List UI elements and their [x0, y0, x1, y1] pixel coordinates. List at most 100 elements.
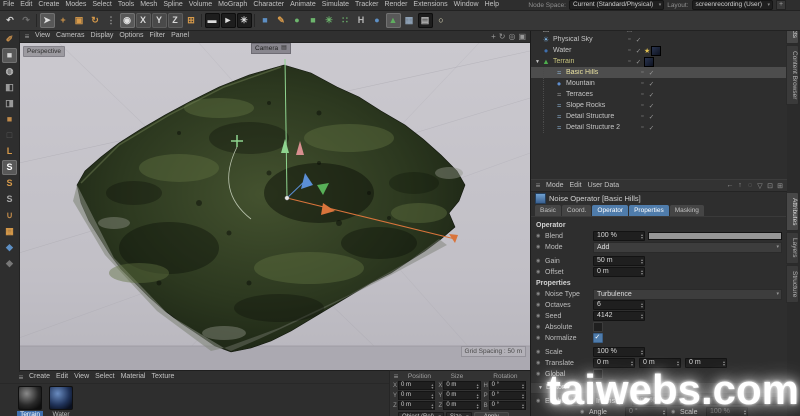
history-back-icon[interactable]: ←: [726, 182, 734, 190]
size-mode-dropdown[interactable]: Size: [446, 412, 472, 416]
material-item[interactable]: Terrain: [17, 386, 43, 416]
noise-type-dropdown[interactable]: Turbulence: [593, 289, 782, 300]
render-view-icon[interactable]: ▬: [205, 13, 220, 28]
menu-item[interactable]: Help: [482, 0, 502, 10]
attribute-tab[interactable]: Properties: [629, 205, 669, 216]
rotation-field[interactable]: 0 °: [489, 381, 526, 390]
visibility-toggle-icon[interactable]: ▫: [638, 91, 647, 98]
visibility-toggle-icon[interactable]: ▫: [638, 113, 647, 120]
render-settings-icon[interactable]: ✳: [237, 13, 252, 28]
visibility-toggle-icon[interactable]: ▫: [625, 58, 634, 65]
seed-input[interactable]: 4142: [593, 311, 645, 321]
array-icon[interactable]: ▦: [402, 13, 417, 28]
keyframe-dot-icon[interactable]: [536, 258, 545, 264]
transform-mode-dropdown[interactable]: Object (Rel): [398, 412, 444, 416]
visibility-toggle-icon[interactable]: ▫: [625, 47, 634, 54]
object-row-detail-structure-2[interactable]: ≈ Detail Structure 2 ▫ ✓: [531, 122, 787, 133]
expand-arrow-icon[interactable]: ▼: [534, 59, 541, 65]
snap-settings-icon[interactable]: S: [2, 192, 17, 207]
light-tool-icon[interactable]: ○: [434, 13, 449, 28]
keyframe-dot-icon[interactable]: [536, 324, 545, 330]
enable-check-icon[interactable]: ✓: [634, 47, 643, 55]
node-space-dropdown[interactable]: Current (Standard/Physical): [569, 0, 664, 10]
lock-x-axis-icon[interactable]: X: [136, 13, 151, 28]
rotation-field[interactable]: 0 °: [489, 391, 526, 400]
enable-check-icon[interactable]: ✓: [647, 91, 656, 99]
quantize-icon[interactable]: ▦: [2, 224, 17, 239]
attribute-tab[interactable]: Basic: [535, 205, 561, 216]
menu-item[interactable]: Tracker: [352, 0, 381, 10]
points-mode-icon[interactable]: ◨: [2, 96, 17, 111]
object-row-slope-rocks[interactable]: ≈ Slope Rocks ▫ ✓: [531, 100, 787, 111]
menu-item[interactable]: Select: [89, 0, 114, 10]
enable-check-icon[interactable]: ✓: [634, 36, 643, 44]
view-mode-label[interactable]: Perspective: [23, 46, 65, 57]
apply-button[interactable]: Apply: [474, 412, 509, 416]
visibility-toggle-icon[interactable]: ▫: [638, 69, 647, 76]
toolbar-icon[interactable]: [201, 14, 202, 27]
material-menu-item[interactable]: Edit: [53, 372, 71, 382]
menu-item[interactable]: Edit: [17, 0, 35, 10]
visibility-toggle-icon[interactable]: ▫: [638, 124, 647, 131]
coordinates-menu-grip-icon[interactable]: [392, 372, 400, 381]
material-thumbnail[interactable]: [49, 386, 73, 410]
object-row-basic-hills[interactable]: ≈ Basic Hills ▫ ✓: [531, 67, 787, 78]
orbit-view-icon[interactable]: ↻: [499, 32, 506, 41]
volume-icon[interactable]: ●: [370, 13, 385, 28]
size-field[interactable]: 0 m: [443, 381, 480, 390]
enable-check-icon[interactable]: ✓: [634, 58, 643, 66]
material-menu-item[interactable]: Create: [26, 372, 53, 382]
texture-mode-icon[interactable]: ◍: [2, 64, 17, 79]
pan-view-icon[interactable]: +: [491, 32, 496, 41]
parent-icon[interactable]: ↑: [736, 182, 744, 190]
keyframe-dot-icon[interactable]: [536, 291, 545, 297]
render-picture-viewer-icon[interactable]: ►: [221, 13, 236, 28]
menu-item[interactable]: Tools: [115, 0, 137, 10]
zoom-view-icon[interactable]: ◎: [508, 32, 515, 41]
tag-icon[interactable]: [644, 47, 650, 55]
keyframe-dot-icon[interactable]: [536, 313, 545, 319]
attribute-tab[interactable]: Operator: [592, 205, 628, 216]
filter-icon[interactable]: ▽: [756, 182, 764, 190]
lock-y-axis-icon[interactable]: Y: [152, 13, 167, 28]
toggle-view-icon[interactable]: ▣: [518, 32, 526, 41]
keyframe-dot-icon[interactable]: [536, 233, 545, 239]
attribute-menu-item[interactable]: User Data: [585, 180, 623, 191]
keyframe-dot-icon[interactable]: [536, 302, 545, 308]
lock-workplane-icon[interactable]: ◆: [2, 256, 17, 271]
attribute-grip-icon[interactable]: [533, 181, 543, 190]
scale-tool-icon[interactable]: ▣: [72, 13, 87, 28]
tool-history-icon[interactable]: ⋮: [104, 13, 119, 28]
search-icon[interactable]: ◌: [746, 182, 754, 190]
menu-item[interactable]: Render: [381, 0, 410, 10]
menu-item[interactable]: Character: [250, 0, 287, 10]
menu-item[interactable]: Spline: [160, 0, 185, 10]
enable-check-icon[interactable]: ✓: [647, 80, 656, 88]
attribute-menu-item[interactable]: Mode: [543, 180, 567, 191]
tab-content-browser[interactable]: Content Browser: [786, 45, 799, 105]
menu-item[interactable]: Volume: [186, 0, 215, 10]
viewport-canvas[interactable]: Perspective Camera ▤ Grid Spacing : 50 m: [19, 43, 530, 370]
live-selection-icon[interactable]: ➤: [40, 13, 55, 28]
scale-input[interactable]: 100 %: [593, 347, 645, 357]
material-menu-grip-icon[interactable]: [16, 373, 26, 382]
viewport-menu-item[interactable]: View: [32, 31, 53, 41]
move-tool-icon[interactable]: +: [56, 13, 71, 28]
axis-mode-icon[interactable]: L: [2, 144, 17, 159]
keyframe-dot-icon[interactable]: [536, 360, 545, 366]
toolbar-icon[interactable]: [36, 14, 37, 27]
viewport-menu-item[interactable]: Filter: [147, 31, 169, 41]
menu-item[interactable]: Window: [451, 0, 482, 10]
undo-icon[interactable]: ↶: [3, 13, 18, 28]
model-mode-icon[interactable]: ■: [2, 48, 17, 63]
object-row-detail-structure[interactable]: ≈ Detail Structure ▫ ✓: [531, 111, 787, 122]
lock-z-axis-icon[interactable]: Z: [168, 13, 183, 28]
menu-item[interactable]: Create: [35, 0, 62, 10]
material-menu-item[interactable]: Material: [118, 372, 149, 382]
workplane-icon[interactable]: ◆: [2, 240, 17, 255]
dynamics-icon[interactable]: ■: [306, 13, 321, 28]
camera-marker[interactable]: Camera ▤: [251, 43, 291, 54]
position-field[interactable]: 0 m: [398, 401, 435, 410]
pen-spline-icon[interactable]: ✎: [274, 13, 289, 28]
material-menu-item[interactable]: View: [71, 372, 92, 382]
